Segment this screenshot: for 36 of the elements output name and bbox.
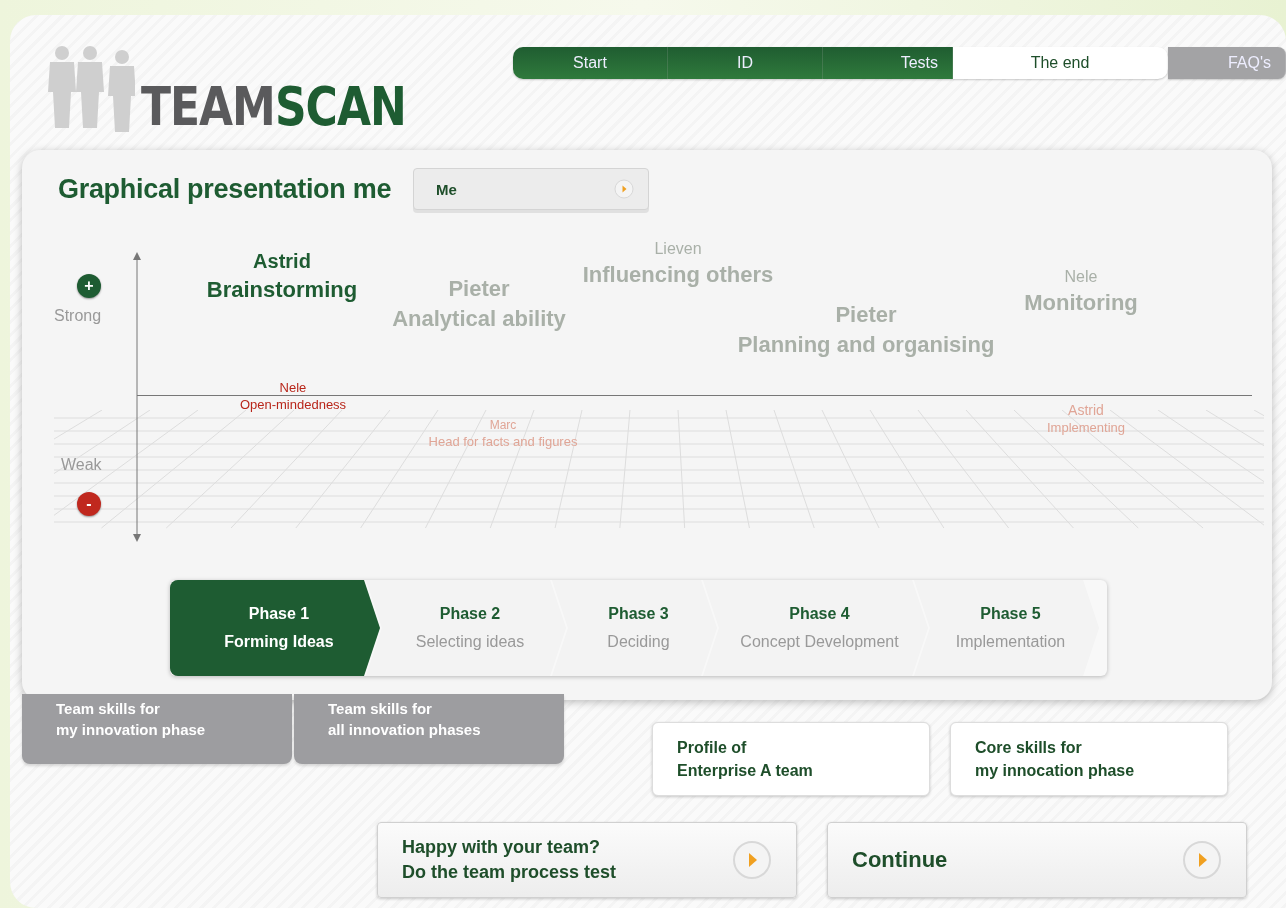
person-name: Pieter <box>448 276 510 302</box>
person-name: Marc <box>489 418 517 432</box>
action-button[interactable]: Happy with your team? Do the team process test <box>377 822 797 898</box>
person-name: Pieter <box>835 302 897 328</box>
option-button[interactable]: Profile of Enterprise A team <box>652 722 930 796</box>
nav-tab[interactable]: Tests <box>823 46 953 79</box>
person-name: Lieven <box>654 240 702 258</box>
person-name: Astrid <box>253 250 311 273</box>
person-name: Nele <box>279 380 307 395</box>
option-button[interactable]: Core skills for my innocation phase <box>950 722 1228 796</box>
strong-label: Strong <box>54 307 102 325</box>
skill-name: Open-mindedness <box>239 397 347 412</box>
phase-tab[interactable]: Phase 2 Selecting ideas <box>366 580 566 676</box>
phase-tab[interactable]: Phase 4 Concept Development <box>703 580 928 676</box>
nav-tab[interactable]: ID <box>668 46 823 79</box>
person-name: Astrid <box>1068 402 1104 418</box>
person-name: Nele <box>1064 268 1098 286</box>
plus-icon: + <box>77 274 101 298</box>
skill-name: Monitoring <box>1024 290 1138 316</box>
nav-tab[interactable]: The end <box>953 46 1168 79</box>
phase-tab[interactable]: Phase 1 Forming Ideas <box>170 580 380 676</box>
phase-tab[interactable]: Phase 3 Deciding <box>552 580 717 676</box>
phase-tab[interactable]: Phase 5 Implementation <box>914 580 1099 676</box>
minus-icon: - <box>77 492 101 516</box>
skill-name: Implementing <box>1047 420 1125 435</box>
skill-name: Planning and organising <box>737 332 995 358</box>
skill-name: Influencing others <box>582 262 774 288</box>
action-button[interactable]: Continue <box>827 822 1247 898</box>
skill-name: Head for facts and figures <box>428 434 578 449</box>
nav-tab[interactable]: Start <box>513 46 668 79</box>
panel-title: Graphical presentation me <box>58 173 392 205</box>
logo-text: TEAMSCAN <box>141 75 406 137</box>
weak-label: Weak <box>61 456 102 474</box>
skill-name: Brainstorming <box>206 277 358 303</box>
person-select[interactable]: Me <box>413 168 650 210</box>
skill-name: Analytical ability <box>392 306 566 332</box>
